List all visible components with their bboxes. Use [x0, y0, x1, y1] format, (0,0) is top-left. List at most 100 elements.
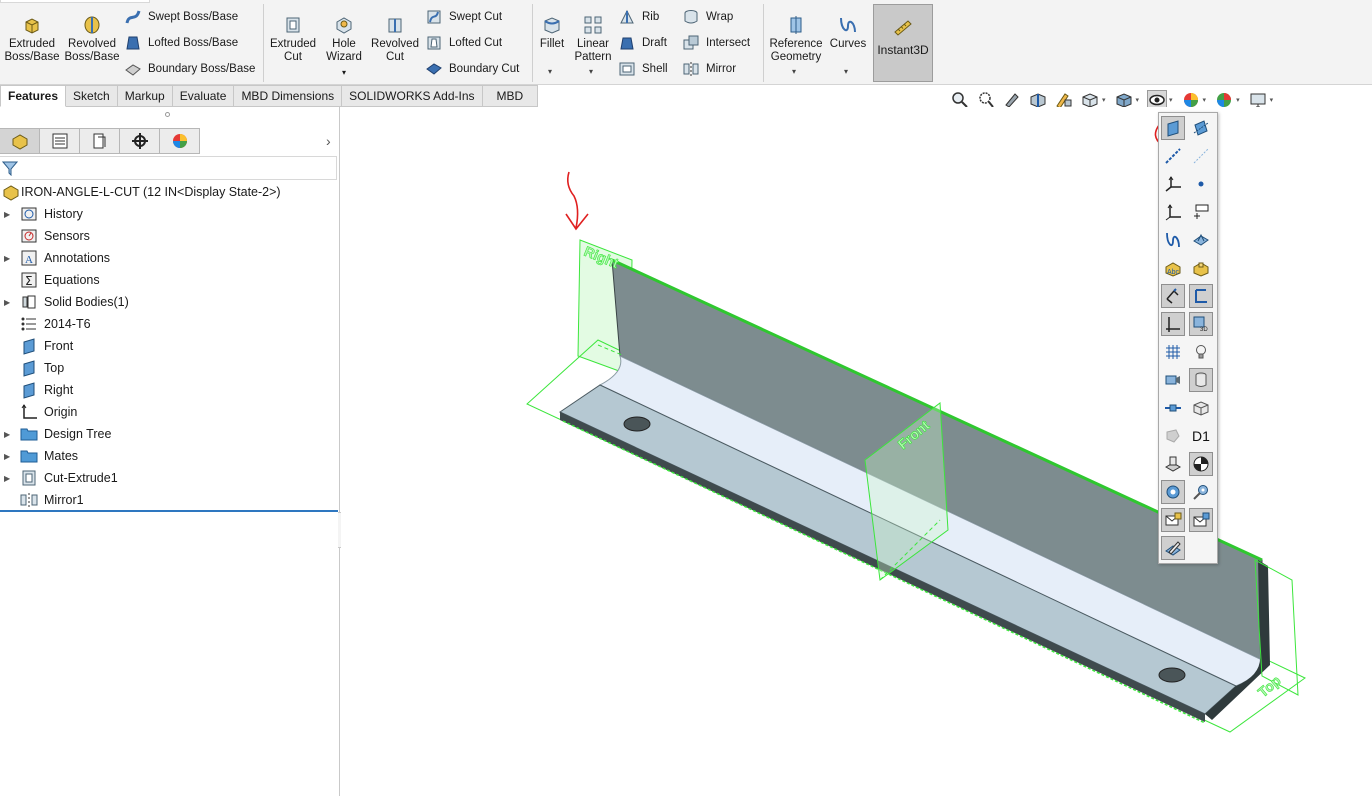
view-center-of-mass-button[interactable] — [1189, 452, 1213, 476]
curves-caret[interactable]: ▾ — [844, 67, 848, 76]
view-grid-button[interactable] — [1161, 340, 1185, 364]
tree-item-material[interactable]: 2014-T6 — [0, 313, 338, 335]
mirror-button[interactable]: Mirror — [682, 58, 736, 80]
swept-cut-button[interactable]: Swept Cut — [425, 6, 502, 28]
view-sketches-button[interactable] — [1189, 228, 1213, 252]
intersect-button[interactable]: Intersect — [682, 32, 750, 54]
panel-expand-arrow[interactable]: › — [326, 133, 331, 149]
view-lights-button[interactable] — [1189, 340, 1213, 364]
tree-item-history[interactable]: ▶ History — [0, 203, 338, 225]
tab-features[interactable]: Features — [0, 85, 67, 107]
revolved-boss-button[interactable]: Revolved Boss/Base — [62, 4, 122, 64]
display-style-caret[interactable]: ▾ — [1136, 96, 1140, 104]
expand-arrow[interactable]: ▶ — [4, 210, 10, 219]
revolved-cut-button[interactable]: Revolved Cut — [367, 4, 423, 64]
hole-right[interactable] — [1158, 667, 1186, 683]
view-3d-sketch-planes-button[interactable] — [1161, 284, 1185, 308]
tree-item-top-plane[interactable]: Top — [0, 357, 338, 379]
view-sensors-button[interactable] — [1161, 424, 1185, 448]
tree-item-equations[interactable]: Σ Equations — [0, 269, 338, 291]
view-lines-button[interactable] — [1189, 144, 1213, 168]
tab-mbd-dimensions[interactable]: MBD Dimensions — [234, 85, 343, 107]
extruded-boss-button[interactable]: Extruded Boss/Base — [2, 4, 62, 64]
view-decals-button[interactable] — [1189, 368, 1213, 392]
wrap-button[interactable]: Wrap — [682, 6, 733, 28]
view-routing-points-button[interactable] — [1189, 200, 1213, 224]
linear-pattern-button[interactable]: Linear Pattern — [570, 4, 616, 64]
view-curves-button[interactable] — [1161, 228, 1185, 252]
view-cameras-button[interactable] — [1161, 368, 1185, 392]
tab-evaluate[interactable]: Evaluate — [172, 85, 235, 107]
shell-button[interactable]: Shell — [618, 58, 668, 80]
panel-grip-dot[interactable] — [165, 112, 170, 117]
hole-wizard-caret[interactable]: ▾ — [342, 66, 346, 79]
draft-button[interactable]: Draft — [618, 32, 667, 54]
tree-root-part[interactable]: IRON-ANGLE-L-CUT (12 IN<Display State-2>… — [0, 181, 338, 203]
tree-item-cut-extrude1[interactable]: ▶ Cut-Extrude1 — [0, 467, 338, 489]
tree-item-right-plane[interactable]: Right — [0, 379, 338, 401]
view-points-button[interactable] — [1189, 172, 1213, 196]
view-annotations-button[interactable]: Abc — [1161, 256, 1185, 280]
display-manager-tab[interactable] — [160, 128, 200, 154]
boundary-boss-button[interactable]: Boundary Boss/Base — [124, 58, 255, 80]
tab-solidworks-add-ins[interactable]: SOLIDWORKS Add-Ins — [342, 85, 483, 107]
tree-item-origin[interactable]: Origin — [0, 401, 338, 423]
reference-geometry-button[interactable]: Reference Geometry — [766, 4, 826, 64]
fillet-caret[interactable]: ▾ — [548, 67, 552, 76]
view-orientation-caret[interactable]: ▾ — [1102, 96, 1106, 104]
view-temporary-axes-button[interactable] — [1161, 144, 1185, 168]
tree-item-design-tree[interactable]: ▶ Design Tree — [0, 423, 338, 445]
view-all-annotations-button[interactable] — [1189, 256, 1213, 280]
tab-sketch[interactable]: Sketch — [66, 85, 118, 107]
tree-item-annotations[interactable]: ▶ A Annotations — [0, 247, 338, 269]
rib-button[interactable]: Rib — [618, 6, 659, 28]
view-coordinate-systems-button[interactable] — [1161, 200, 1185, 224]
hide-show-items-caret[interactable]: ▾ — [1169, 96, 1173, 104]
expand-arrow[interactable]: ▶ — [4, 254, 10, 263]
expand-arrow[interactable]: ▶ — [4, 474, 10, 483]
instant3d-button[interactable]: Instant3D — [873, 4, 933, 82]
view-dimension-names-button[interactable]: D1 — [1189, 424, 1213, 448]
view-parts-button[interactable] — [1161, 396, 1185, 420]
feature-manager-tab[interactable] — [0, 128, 40, 154]
view-origins-button[interactable] — [1161, 172, 1185, 196]
dimxpert-manager-tab[interactable] — [120, 128, 160, 154]
edit-appearance-caret[interactable]: ▾ — [1203, 96, 1207, 104]
view-settings-caret[interactable]: ▾ — [1270, 96, 1274, 104]
view-gear-button[interactable] — [1189, 480, 1213, 504]
view-sketch-edit-button[interactable] — [1161, 536, 1185, 560]
swept-boss-button[interactable]: Swept Boss/Base — [124, 6, 238, 28]
rollback-bar[interactable] — [0, 510, 338, 512]
curves-button[interactable]: Curves — [826, 4, 870, 51]
lofted-cut-button[interactable]: Lofted Cut — [425, 32, 502, 54]
hole-wizard-button[interactable]: Hole Wizard ▾ — [321, 4, 367, 79]
tree-item-front-plane[interactable]: Front — [0, 335, 338, 357]
fillet-button[interactable]: Fillet — [534, 4, 570, 51]
expand-arrow[interactable]: ▶ — [4, 298, 10, 307]
view-mates-button[interactable] — [1161, 480, 1185, 504]
reference-geometry-caret[interactable]: ▾ — [792, 67, 796, 76]
boundary-cut-button[interactable]: Boundary Cut — [425, 58, 519, 80]
tab-mbd[interactable]: MBD — [482, 85, 539, 107]
lofted-boss-button[interactable]: Lofted Boss/Base — [124, 32, 238, 54]
view-weld-beads-button[interactable] — [1189, 396, 1213, 420]
view-mail-button[interactable] — [1161, 508, 1185, 532]
expand-arrow[interactable]: ▶ — [4, 452, 10, 461]
configuration-manager-tab[interactable] — [80, 128, 120, 154]
view-planes-button[interactable] — [1161, 116, 1185, 140]
view-cosmetic-threads-button[interactable] — [1161, 452, 1185, 476]
tree-filter-bar[interactable] — [0, 156, 337, 180]
tree-item-mirror1[interactable]: Mirror1 — [0, 489, 338, 511]
extruded-cut-button[interactable]: Extruded Cut — [265, 4, 321, 64]
expand-arrow[interactable]: ▶ — [4, 430, 10, 439]
view-axes-button[interactable] — [1189, 116, 1213, 140]
view-3d-dimensions-button[interactable]: 3D — [1189, 312, 1213, 336]
apply-scene-caret[interactable]: ▾ — [1236, 96, 1240, 104]
tree-item-sensors[interactable]: Sensors — [0, 225, 338, 247]
tab-markup[interactable]: Markup — [117, 85, 173, 107]
linear-pattern-caret[interactable]: ▾ — [589, 67, 593, 76]
view-sketch-relations-button[interactable] — [1189, 284, 1213, 308]
view-mail-open-button[interactable] — [1189, 508, 1213, 532]
property-manager-tab[interactable] — [40, 128, 80, 154]
tree-item-solid-bodies[interactable]: ▶ Solid Bodies(1) — [0, 291, 338, 313]
